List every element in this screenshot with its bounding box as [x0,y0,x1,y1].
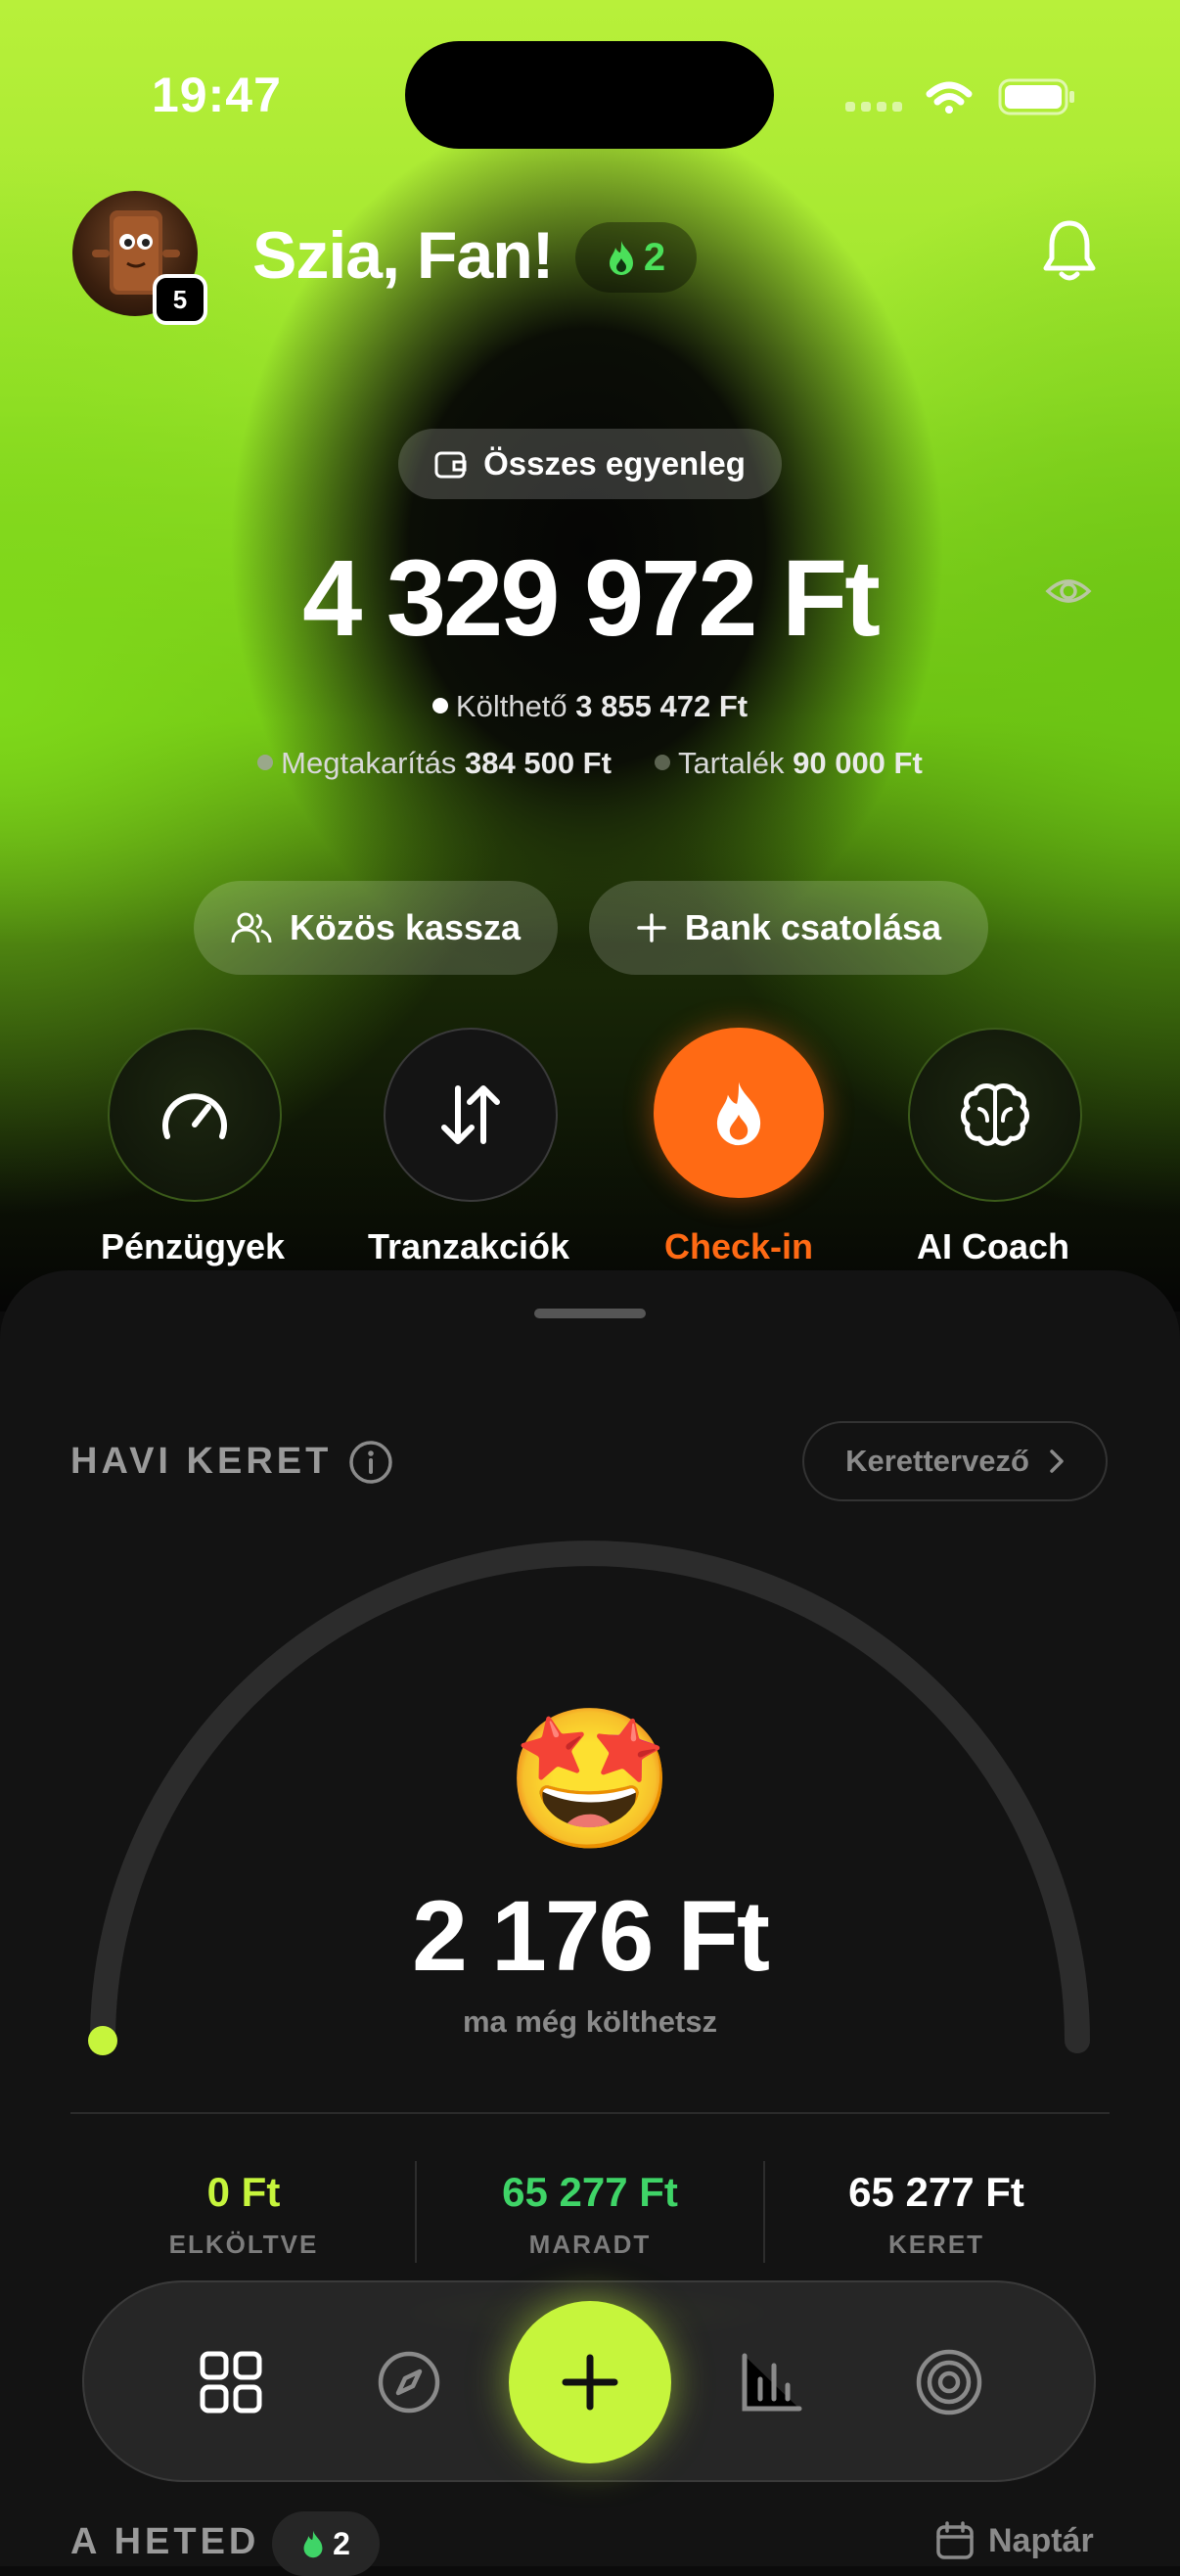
calendar-button[interactable]: Naptár [935,2521,1094,2560]
quick-finances-button[interactable] [108,1028,282,1202]
reserve-label: Tartalék [677,746,785,780]
plus-icon [637,913,666,943]
stat-remaining: 65 277 Ft MARADT [417,2169,763,2260]
stat-spent: 0 Ft ELKÖLTVE [70,2169,417,2260]
tab-statistics[interactable] [730,2341,812,2423]
transfer-arrows-icon [441,1085,500,1144]
quick-checkin-button[interactable] [654,1028,824,1198]
monthly-budget-title: HAVI KERET [70,1441,333,1482]
flame-icon [609,241,633,275]
flame-icon [716,1081,761,1146]
people-icon [231,912,272,943]
quick-ai-coach-button[interactable] [908,1028,1082,1202]
spendable-value: 3 855 472 Ft [575,689,749,723]
week-title: A HETED [70,2521,260,2562]
total-balance-value: 4 329 972 Ft [302,538,881,659]
avatar-button[interactable]: 5 [72,191,207,325]
week-streak-badge: 2 [272,2511,380,2576]
notifications-bell-icon[interactable] [1042,217,1097,286]
stat-budget-value: 65 277 Ft [848,2169,1024,2215]
shared-pot-label: Közös kassza [289,907,522,947]
calendar-label: Naptár [988,2521,1094,2559]
bar-chart-icon [742,2353,802,2412]
divider [70,2112,1110,2114]
spendable-dot [431,697,448,713]
mood-emoji: 🤩 [504,1702,676,1856]
streak-badge[interactable]: 2 [575,222,697,293]
connect-bank-button[interactable]: Bank csatolása [589,881,988,975]
signal-icon [845,102,902,112]
total-balance-chip[interactable]: Összes egyenleg [398,429,782,499]
eye-icon[interactable] [1045,572,1092,611]
wifi-icon [926,81,973,114]
week-streak-count: 2 [333,2525,350,2561]
info-icon[interactable] [348,1440,393,1485]
remaining-today-value: 2 176 Ft [412,1880,770,1992]
stat-budget-label: KERET [887,2230,985,2259]
status-time: 19:47 [152,68,282,122]
shared-pot-button[interactable]: Közös kassza [194,881,558,975]
spendable-label: Költhető [455,689,567,723]
savings-value: 384 500 Ft [465,746,612,780]
bottom-tab-bar [82,2280,1096,2482]
flame-icon [303,2530,323,2558]
reserve-dot [654,754,670,770]
gauge-icon [162,1093,227,1139]
tab-dashboard[interactable] [190,2341,272,2423]
add-transaction-button[interactable] [509,2301,671,2463]
brain-icon [961,1083,1029,1146]
status-icons [843,72,1078,121]
stat-budget: 65 277 Ft KERET [763,2169,1110,2260]
compass-icon [378,2351,440,2414]
quick-transactions-label: Tranzakciók [367,1226,570,1266]
grid-icon [200,2351,262,2414]
reserve-value: 90 000 Ft [793,746,923,780]
calendar-icon [936,2521,974,2559]
wallet-icon [434,451,467,479]
plus-icon [562,2354,618,2411]
savings-dot [257,754,274,770]
remaining-today-label: ma még költhetsz [462,2004,718,2039]
quick-finances-label: Pénzügyek [100,1226,286,1266]
stat-spent-label: ELKÖLTVE [168,2230,319,2259]
stat-spent-value: 0 Ft [206,2169,281,2215]
budget-planner-button[interactable]: Kerettervező [802,1421,1108,1501]
greeting-title: Szia, Fan! [252,218,554,293]
savings-label: Megtakarítás [281,746,457,780]
stat-remaining-label: MARADT [528,2230,652,2259]
spendable-line: Költhető 3 855 472 Ft [0,689,1180,724]
target-icon [916,2349,982,2415]
savings-reserve-line: Megtakarítás 384 500 Ft Tartalék 90 000 F… [0,746,1180,781]
stat-remaining-value: 65 277 Ft [502,2169,678,2215]
dynamic-island [405,41,774,149]
quick-transactions-button[interactable] [384,1028,558,1202]
connect-bank-label: Bank csatolása [684,907,942,947]
chevron-right-icon [1050,1449,1064,1473]
level-badge: 5 [153,274,207,325]
budget-planner-label: Kerettervező [845,1444,1029,1478]
sheet-drag-handle[interactable] [534,1309,646,1318]
battery-icon [998,78,1074,115]
streak-count: 2 [643,235,666,279]
total-balance-label: Összes egyenleg [483,445,746,482]
quick-ai-coach-label: AI Coach [916,1226,1070,1266]
tab-goals[interactable] [908,2341,990,2423]
tab-explore[interactable] [368,2341,450,2423]
quick-checkin-label: Check-in [663,1226,814,1266]
